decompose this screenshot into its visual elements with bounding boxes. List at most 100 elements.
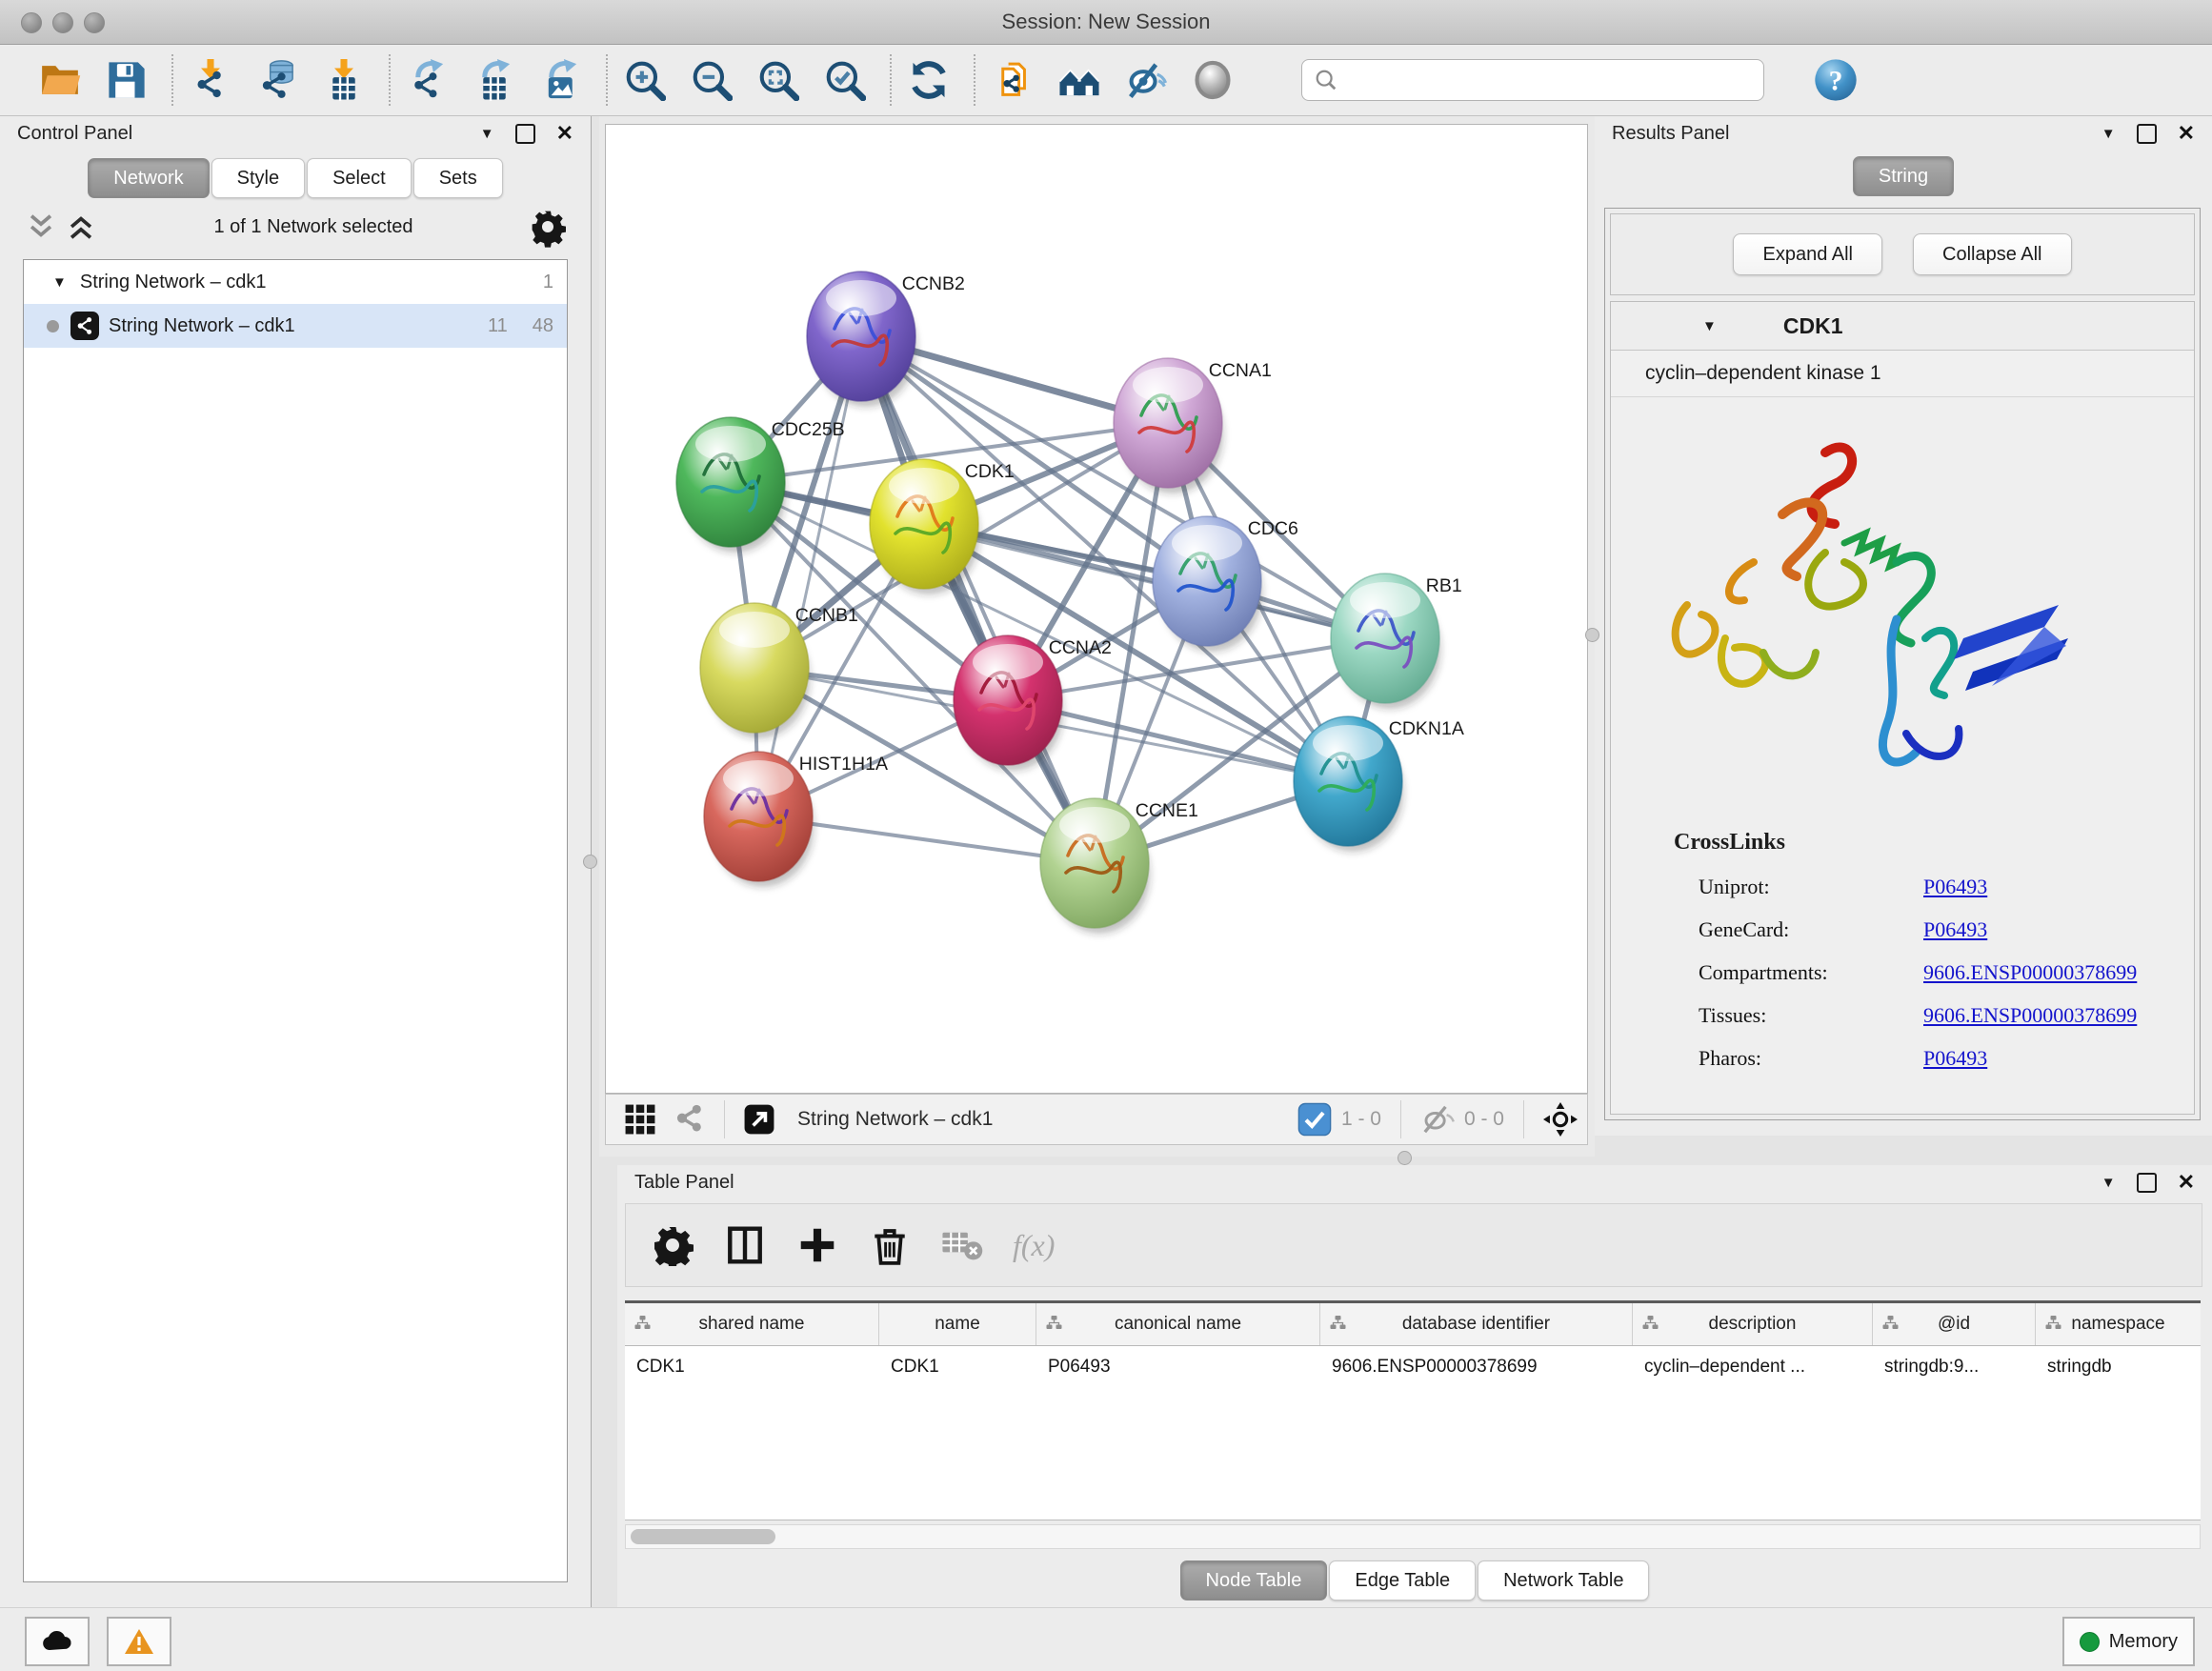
search-input[interactable]: [1338, 69, 1763, 92]
crosslink-link[interactable]: P06493: [1923, 1037, 1987, 1079]
table-tabs: Node TableEdge TableNetwork Table: [617, 1560, 2212, 1601]
network-canvas[interactable]: CCNB2 CCNA1 CDC25B CDK1: [605, 124, 1588, 1094]
save-session-icon[interactable]: [105, 58, 149, 102]
share-view-icon[interactable]: [673, 1102, 707, 1137]
export-table-icon[interactable]: [473, 58, 516, 102]
float-table-icon[interactable]: [2137, 1173, 2157, 1193]
zoom-selected-icon[interactable]: [823, 58, 867, 102]
right-splitter-grip[interactable]: [1585, 628, 1599, 642]
network-node-CCNB2[interactable]: CCNB2: [807, 272, 965, 407]
collection-expand-icon[interactable]: ▼: [52, 275, 67, 290]
string-import-icon[interactable]: [991, 58, 1035, 102]
import-table-icon[interactable]: [322, 58, 366, 102]
export-network-icon[interactable]: [406, 58, 450, 102]
horizontal-splitter-grip[interactable]: [1398, 1151, 1412, 1165]
open-session-icon[interactable]: [38, 58, 82, 102]
collapse-all-button[interactable]: Collapse All: [1913, 233, 2072, 275]
protein-name: CDK1: [1783, 313, 1843, 339]
collapse-table-icon[interactable]: ▼: [2101, 1176, 2116, 1190]
close-results-icon[interactable]: ✕: [2178, 123, 2195, 144]
network-options-gear-icon[interactable]: [530, 209, 566, 245]
float-panel-icon[interactable]: [515, 124, 535, 144]
collapse-panel-icon[interactable]: ▼: [480, 127, 494, 141]
crosslink-link[interactable]: 9606.ENSP00000378699: [1923, 994, 2137, 1037]
refresh-icon[interactable]: [907, 58, 951, 102]
add-column-icon[interactable]: [795, 1223, 839, 1267]
string-eye-icon[interactable]: [1191, 58, 1235, 102]
table-cell: CDK1: [879, 1346, 1036, 1388]
zoom-window-button[interactable]: [84, 12, 105, 33]
column-header-database-identifier[interactable]: database identifier: [1320, 1303, 1633, 1345]
column-header-description[interactable]: description: [1633, 1303, 1873, 1345]
table-cell: cyclin–dependent ...: [1633, 1346, 1873, 1388]
column-header-name[interactable]: name: [879, 1303, 1036, 1345]
selected-checkbox-icon[interactable]: [1297, 1102, 1332, 1137]
expand-all-button[interactable]: Expand All: [1733, 233, 1882, 275]
collapse-all-networks-icon[interactable]: [65, 211, 97, 243]
tab-style[interactable]: Style: [211, 158, 305, 198]
tab-select[interactable]: Select: [307, 158, 412, 198]
cloud-button[interactable]: [25, 1617, 90, 1666]
protein-expand-icon[interactable]: ▼: [1702, 319, 1717, 333]
navigator-icon[interactable]: [1543, 1102, 1578, 1137]
network-node-CCNA2[interactable]: CCNA2: [954, 635, 1112, 771]
tab-edge-table[interactable]: Edge Table: [1329, 1560, 1476, 1601]
import-network-icon[interactable]: [189, 58, 232, 102]
column-header--id[interactable]: @id: [1873, 1303, 2036, 1345]
network-node-CCNA1[interactable]: CCNA1: [1114, 358, 1272, 493]
crosslink-row: Pharos: P06493: [1674, 1037, 2194, 1079]
crosslink-link[interactable]: P06493: [1923, 865, 1987, 908]
network-node-CDC6[interactable]: CDC6: [1153, 516, 1298, 652]
hidden-counts: 0 - 0: [1464, 1108, 1504, 1131]
column-header-namespace[interactable]: namespace: [2036, 1303, 2201, 1345]
network-node-HIST1H1A[interactable]: HIST1H1A: [704, 752, 888, 887]
table-hscrollbar[interactable]: [625, 1524, 2201, 1549]
manage-columns-icon[interactable]: [723, 1223, 767, 1267]
tab-network-table[interactable]: Network Table: [1478, 1560, 1649, 1601]
tab-string[interactable]: String: [1853, 156, 1954, 196]
hidden-eye-icon[interactable]: [1420, 1102, 1455, 1137]
zoom-fit-icon[interactable]: [756, 58, 800, 102]
help-button[interactable]: ?: [1814, 58, 1858, 102]
network-node-RB1[interactable]: RB1: [1331, 574, 1462, 709]
network-collection-row[interactable]: ▼ String Network – cdk1 1: [24, 260, 567, 304]
network-node-CCNE1[interactable]: CCNE1: [1040, 798, 1198, 934]
column-header-canonical-name[interactable]: canonical name: [1036, 1303, 1320, 1345]
column-header-shared-name[interactable]: shared name: [625, 1303, 879, 1345]
string-home-icon[interactable]: [1057, 58, 1101, 102]
tab-network[interactable]: Network: [88, 158, 209, 198]
expand-all-networks-icon[interactable]: [25, 211, 57, 243]
zoom-out-icon[interactable]: [690, 58, 734, 102]
crosslink-link[interactable]: 9606.ENSP00000378699: [1923, 951, 2137, 994]
zoom-in-icon[interactable]: [623, 58, 667, 102]
delete-column-icon[interactable]: [868, 1223, 912, 1267]
tab-sets[interactable]: Sets: [413, 158, 503, 198]
close-window-button[interactable]: [21, 12, 42, 33]
hscrollbar-thumb[interactable]: [631, 1529, 775, 1544]
collapse-results-icon[interactable]: ▼: [2101, 127, 2116, 141]
svg-text:CDC6: CDC6: [1248, 518, 1298, 539]
network-node-CCNB1[interactable]: CCNB1: [700, 603, 858, 738]
network-node-CDKN1A[interactable]: CDKN1A: [1294, 716, 1464, 852]
string-hide-icon[interactable]: [1124, 58, 1168, 102]
table-settings-gear-icon[interactable]: [651, 1223, 694, 1267]
network-row[interactable]: String Network – cdk1 11 48: [24, 304, 567, 348]
left-splitter-grip[interactable]: [583, 855, 597, 869]
open-external-icon[interactable]: [742, 1102, 776, 1137]
search-box[interactable]: [1301, 59, 1764, 101]
minimize-window-button[interactable]: [52, 12, 73, 33]
table-row[interactable]: CDK1CDK1P064939606.ENSP00000378699cyclin…: [625, 1346, 2201, 1388]
crosslink-row: Uniprot: P06493: [1674, 865, 2194, 908]
protein-header-row[interactable]: ▼ CDK1: [1611, 302, 2194, 351]
memory-button[interactable]: Memory: [2062, 1617, 2195, 1666]
close-table-icon[interactable]: ✕: [2178, 1172, 2195, 1193]
crosslink-link[interactable]: P06493: [1923, 908, 1987, 951]
table-cell: stringdb: [2036, 1346, 2201, 1388]
float-results-icon[interactable]: [2137, 124, 2157, 144]
warning-button[interactable]: [107, 1617, 171, 1666]
import-database-icon[interactable]: [255, 58, 299, 102]
close-panel-icon[interactable]: ✕: [556, 123, 573, 144]
tab-node-table[interactable]: Node Table: [1180, 1560, 1328, 1601]
grid-view-icon[interactable]: [623, 1102, 657, 1137]
export-image-icon[interactable]: [539, 58, 583, 102]
